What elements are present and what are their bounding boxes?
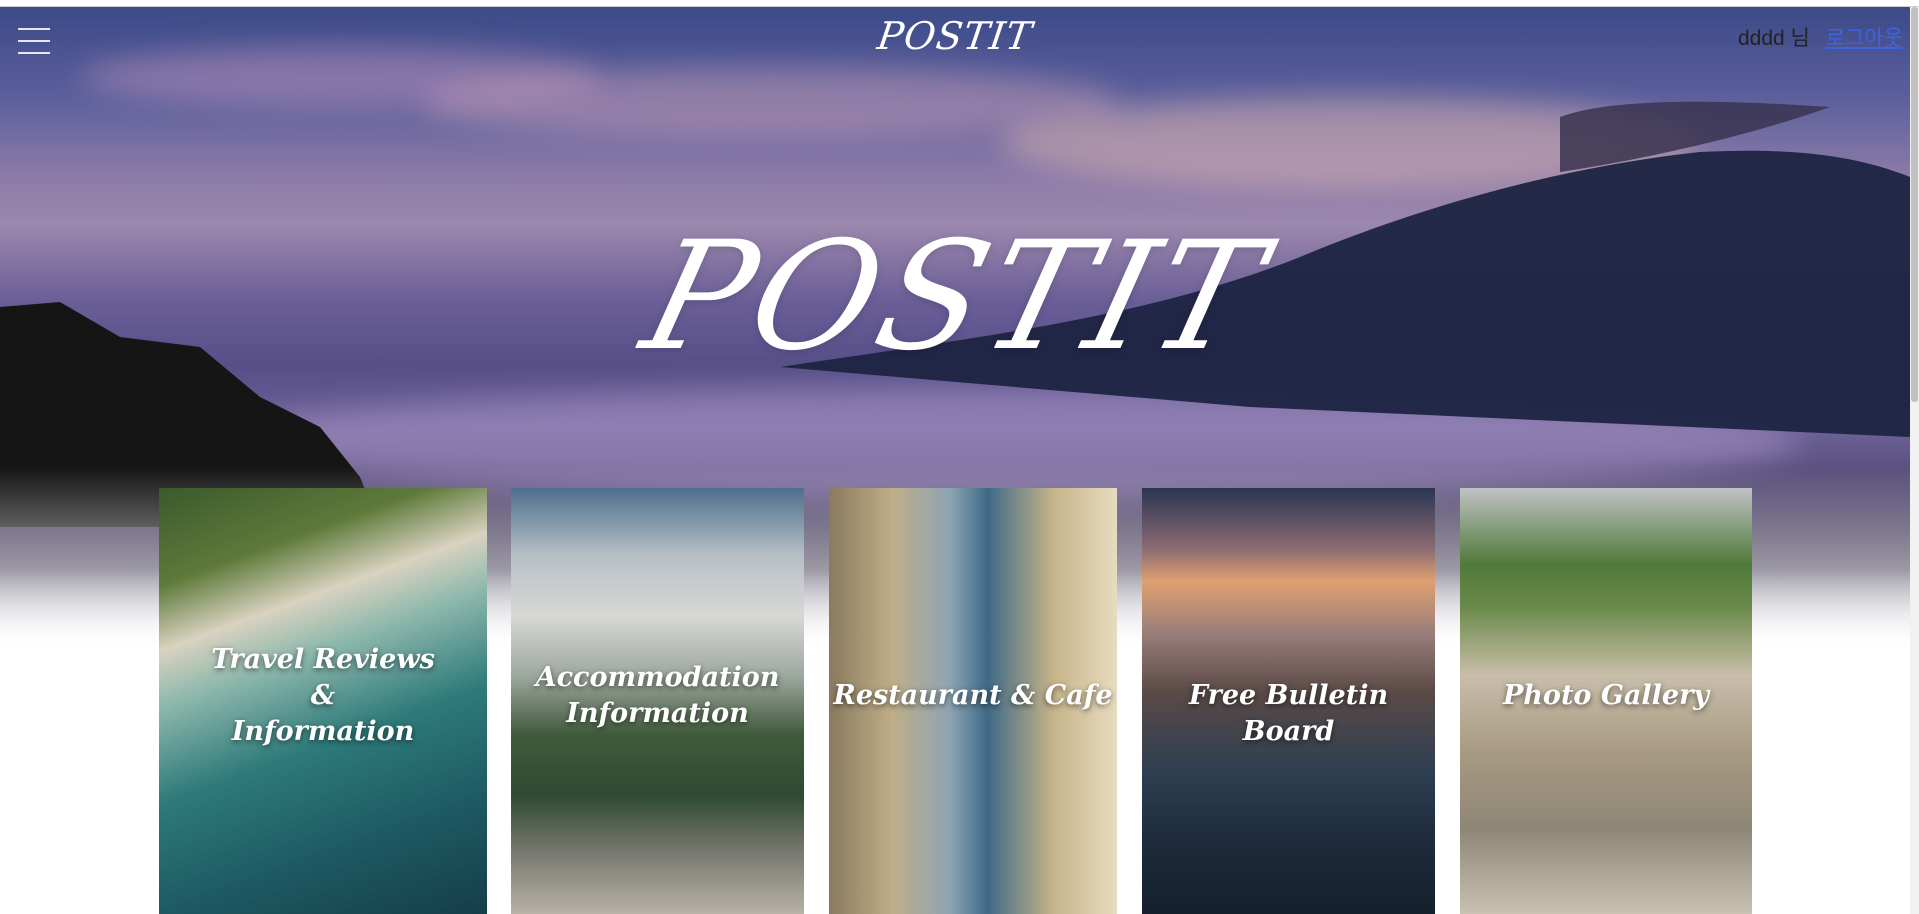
card-accommodation[interactable]: Accommodation Information [511,488,804,914]
card-label: Free Bulletin Board [1188,680,1389,747]
card-label: Restaurant & Cafe [833,680,1113,711]
user-area: dddd 님 로그아웃 [1738,22,1903,52]
hero-logo: POSTIT [628,210,1282,384]
card-photo-gallery[interactable]: Photo Gallery [1460,488,1752,914]
top-border [0,0,1919,7]
card-travel-reviews[interactable]: Travel Reviews & Information [159,488,487,914]
scrollbar-thumb[interactable] [1911,7,1918,402]
card-label: Photo Gallery [1503,680,1709,711]
category-cards: Travel Reviews & Information Accommodati… [0,488,1910,914]
page-scrollbar[interactable] [1910,7,1919,914]
header-logo[interactable]: POSTIT [0,14,1913,58]
card-free-bulletin-board[interactable]: Free Bulletin Board [1142,488,1435,914]
card-label: Travel Reviews & Information [211,644,435,747]
logout-link[interactable]: 로그아웃 [1826,27,1903,50]
card-label: Accommodation Information [535,662,780,729]
username-text: dddd 님 [1738,27,1810,50]
card-restaurant-cafe[interactable]: Restaurant & Cafe [829,488,1117,914]
